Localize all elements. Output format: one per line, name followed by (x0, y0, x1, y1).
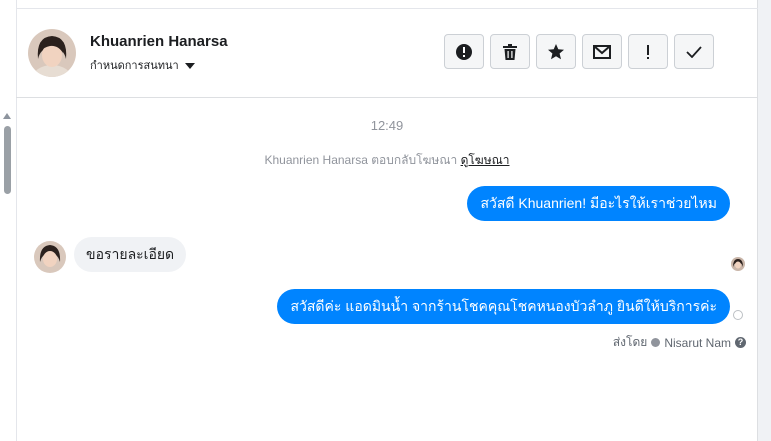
spam-button[interactable] (444, 34, 484, 69)
ad-reply-note: Khuanrien Hanarsa ตอบกลับโฆษณา ดูโฆษณา (16, 151, 758, 170)
mark-unread-button[interactable] (582, 34, 622, 69)
exclamation-icon (647, 44, 649, 59)
seen-avatar (731, 257, 745, 271)
scroll-up-arrow-icon[interactable] (3, 113, 11, 119)
sent-by-label: ส่งโดย (612, 335, 648, 349)
delete-button[interactable] (490, 34, 530, 69)
check-badge-icon (651, 338, 661, 347)
sent-by-name: Nisarut Nam (664, 335, 731, 350)
message-thread: 12:49 Khuanrien Hanarsa ตอบกลับโฆษณา ดูโ… (16, 98, 758, 441)
sent-status-icon (733, 310, 743, 320)
priority-button[interactable] (628, 34, 668, 69)
left-scroll-strip (0, 0, 17, 441)
outgoing-message[interactable]: สวัสดี Khuanrien! มีอะไรให้เราช่วยไหม (467, 186, 730, 221)
conversation-toolbar (444, 34, 714, 69)
scrollbar-thumb[interactable] (4, 126, 11, 194)
star-icon (548, 43, 564, 59)
sent-by-line: ส่งโดย Nisarut Nam ? (613, 333, 746, 352)
mark-done-button[interactable] (674, 34, 714, 69)
trash-icon (503, 43, 517, 60)
envelope-icon (593, 44, 611, 59)
chevron-down-icon (184, 62, 195, 69)
view-ad-link[interactable]: ดูโฆษณา (461, 153, 510, 167)
sender-avatar (34, 241, 66, 273)
help-icon[interactable]: ? (735, 337, 746, 348)
contact-avatar[interactable] (28, 29, 76, 77)
follow-up-button[interactable] (536, 34, 576, 69)
right-panel-edge (757, 0, 771, 441)
assign-conversation-label: กำหนดการสนทนา (90, 60, 179, 72)
contact-name[interactable]: Khuanrien Hanarsa (90, 33, 228, 50)
alert-circle-icon (456, 43, 472, 60)
message-timestamp: 12:49 (370, 118, 404, 133)
outgoing-message[interactable]: สวัสดีค่ะ แอดมินน้ำ จากร้านโชคคุณโชคหนอง… (277, 289, 730, 324)
assign-conversation-dropdown[interactable]: กำหนดการสนทนา (90, 56, 195, 74)
ad-reply-text: Khuanrien Hanarsa ตอบกลับโฆษณา (264, 153, 458, 167)
conversation-header: Khuanrien Hanarsa กำหนดการสนทนา (16, 9, 758, 98)
check-icon (686, 45, 702, 58)
incoming-message[interactable]: ขอรายละเอียด (74, 237, 187, 272)
